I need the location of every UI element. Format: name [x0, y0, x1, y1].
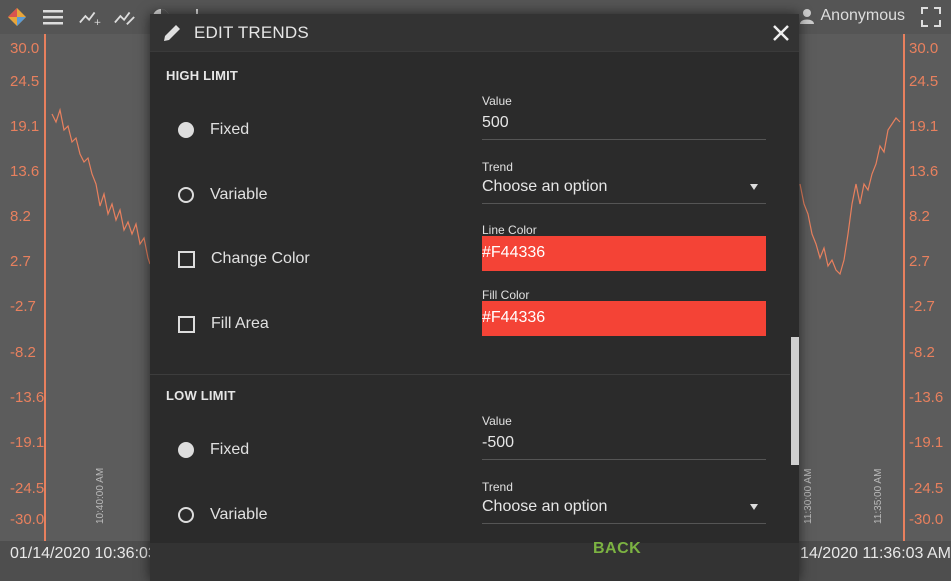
- edit-trends-dialog: EDIT TRENDS HIGH LIMIT Fixed Variable Ch…: [150, 14, 799, 581]
- option-label: Fill Area: [211, 315, 269, 332]
- line-color-input[interactable]: #F44336: [482, 236, 766, 271]
- add-trend-icon[interactable]: +: [79, 6, 101, 28]
- fill-color-label: Fill Color: [482, 288, 530, 302]
- close-icon[interactable]: [770, 22, 792, 44]
- dialog-footer: [150, 543, 799, 581]
- high-trend-select[interactable]: Choose an option: [482, 174, 766, 204]
- option-label: Variable: [210, 506, 268, 523]
- dialog-title: EDIT TRENDS: [194, 23, 309, 42]
- radio-selected-icon: [178, 122, 194, 138]
- option-label: Fixed: [210, 441, 250, 458]
- dialog-scrollbar[interactable]: [790, 54, 799, 543]
- low-trend-label: Trend: [482, 480, 513, 494]
- fullscreen-icon[interactable]: [921, 7, 941, 27]
- low-value-label: Value: [482, 414, 512, 428]
- high-variable-radio[interactable]: Variable: [178, 186, 268, 204]
- x-tick: 11:35:00 AM: [873, 468, 884, 524]
- app-logo-icon[interactable]: [6, 6, 28, 28]
- low-variable-radio[interactable]: Variable: [178, 506, 268, 524]
- dialog-body[interactable]: HIGH LIMIT Fixed Variable Change Color F…: [150, 54, 799, 543]
- high-value-input[interactable]: 500: [482, 110, 766, 140]
- option-label: Fixed: [210, 121, 250, 138]
- user-icon: [799, 9, 814, 24]
- high-trend-label: Trend: [482, 160, 513, 174]
- svg-text:+: +: [94, 17, 101, 27]
- pencil-icon: [162, 23, 182, 43]
- back-button[interactable]: BACK: [593, 540, 641, 558]
- high-limit-title: HIGH LIMIT: [166, 68, 239, 83]
- menu-icon[interactable]: [42, 6, 64, 28]
- low-fixed-radio[interactable]: Fixed: [178, 441, 249, 459]
- fill-color-input[interactable]: #F44336: [482, 301, 766, 336]
- edit-trends-icon[interactable]: [114, 6, 136, 28]
- high-fixed-radio[interactable]: Fixed: [178, 121, 249, 139]
- scrollbar-thumb[interactable]: [791, 337, 799, 465]
- user-menu[interactable]: Anonymous: [799, 7, 906, 25]
- dropdown-arrow-icon: [750, 504, 758, 510]
- checkbox-icon: [178, 315, 195, 333]
- chart-end-date: 01/14/2020 11:36:03 AM: [800, 545, 951, 562]
- high-value-label: Value: [482, 94, 512, 108]
- dialog-header: EDIT TRENDS: [150, 14, 799, 52]
- low-value-input[interactable]: -500: [482, 430, 766, 460]
- user-name: Anonymous: [820, 7, 906, 24]
- dropdown-arrow-icon: [750, 184, 758, 190]
- fill-area-checkbox[interactable]: Fill Area: [178, 315, 269, 333]
- low-limit-title: LOW LIMIT: [166, 388, 236, 403]
- radio-empty-icon: [178, 507, 194, 523]
- radio-empty-icon: [178, 187, 194, 203]
- checkbox-icon: [178, 250, 195, 268]
- section-divider: [150, 374, 790, 375]
- app-root: + Anonymous 30.0 24.5 19.1 13.6 8.2 2.7 …: [0, 0, 951, 581]
- line-color-label: Line Color: [482, 223, 537, 237]
- low-trend-select[interactable]: Choose an option: [482, 494, 766, 524]
- radio-selected-icon: [178, 442, 194, 458]
- option-label: Variable: [210, 186, 268, 203]
- x-tick: 10:40:00 AM: [95, 467, 106, 524]
- x-tick: 11:30:00 AM: [803, 468, 814, 524]
- option-label: Change Color: [211, 250, 310, 267]
- change-color-checkbox[interactable]: Change Color: [178, 250, 310, 268]
